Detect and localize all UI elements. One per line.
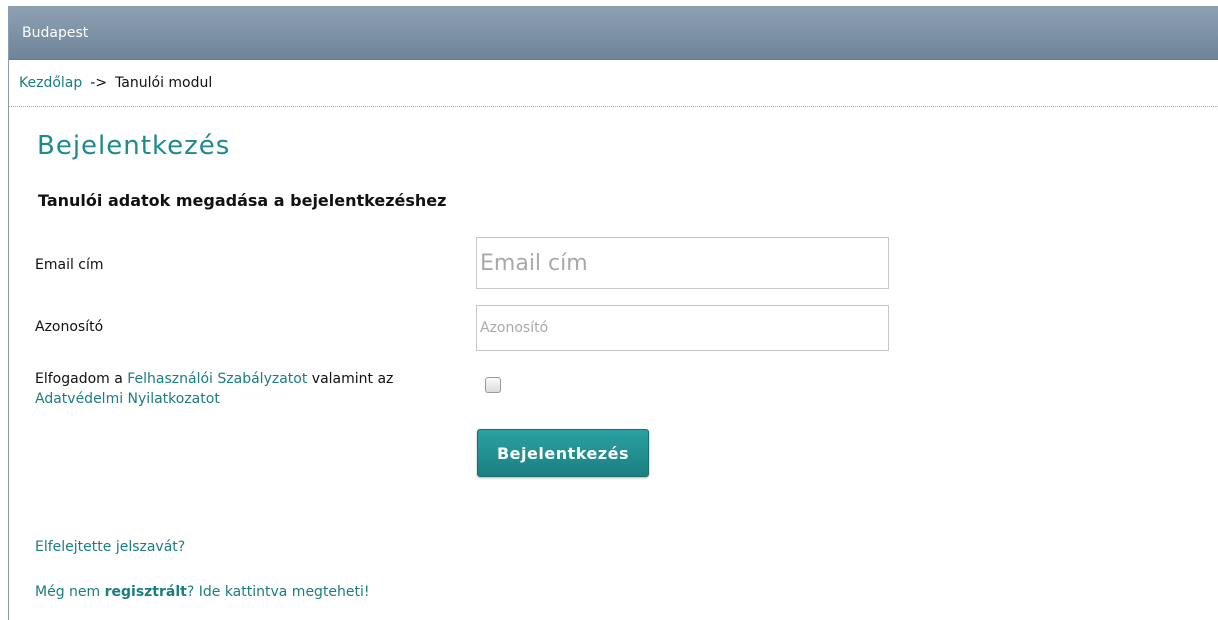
email-input[interactable] <box>476 237 889 289</box>
accept-terms-checkbox[interactable] <box>485 377 501 393</box>
login-button[interactable]: Bejelentkezés <box>477 429 649 477</box>
title-bar-text: Budapest <box>22 25 89 41</box>
user-terms-link[interactable]: Felhasználói Szabályzatot <box>127 371 307 387</box>
window-frame: Budapest Kezdőlap -> Tanulói modul Bejel… <box>8 6 1218 620</box>
register-bold: regisztrált <box>104 584 187 600</box>
terms-text: Elfogadom a Felhasználói Szabályzatot va… <box>35 369 475 409</box>
title-bar: Budapest <box>9 7 1218 60</box>
register-line: Még nem regisztrált? Ide kattintva megte… <box>35 584 370 600</box>
terms-prefix: Elfogadom a <box>35 371 128 387</box>
form-subtitle: Tanulói adatok megadása a bejelentkezésh… <box>38 191 447 210</box>
forgot-password-link[interactable]: Elfelejtette jelszavát? <box>35 539 185 555</box>
page-title: Bejelentkezés <box>37 131 231 161</box>
breadcrumb: Kezdőlap -> Tanulói modul <box>9 60 1218 107</box>
register-link[interactable]: Még nem regisztrált? Ide kattintva megte… <box>35 584 370 600</box>
privacy-statement-link[interactable]: Adatvédelmi Nyilatkozatot <box>35 391 220 407</box>
id-input[interactable] <box>476 305 889 351</box>
email-label: Email cím <box>35 257 104 273</box>
register-prefix: Még nem <box>35 584 105 600</box>
breadcrumb-current: Tanulói modul <box>115 75 213 91</box>
terms-middle: valamint az <box>307 371 394 387</box>
breadcrumb-home-link[interactable]: Kezdőlap <box>19 75 82 91</box>
id-label: Azonosító <box>35 319 104 335</box>
breadcrumb-separator: -> <box>90 75 108 91</box>
forgot-password-line: Elfelejtette jelszavát? <box>35 539 185 555</box>
register-suffix: ? Ide kattintva megteheti! <box>186 584 370 600</box>
